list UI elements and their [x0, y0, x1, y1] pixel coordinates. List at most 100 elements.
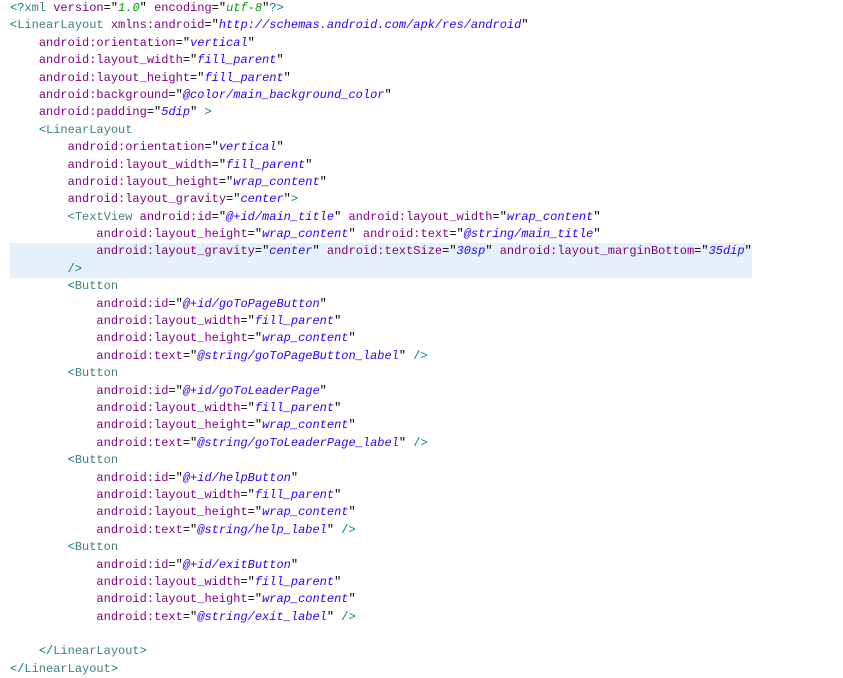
token-tagname: Button [75, 366, 118, 380]
code-line: android:text="@string/exit_label" /> [10, 609, 752, 626]
token-strval: wrap_content [262, 418, 348, 432]
token-strval: 35dip [709, 244, 745, 258]
token-quote: " [183, 36, 190, 50]
code-line: <Button [10, 539, 752, 556]
token-attrname: android:layout_height [96, 418, 247, 432]
code-line: android:id="@+id/goToLeaderPage" [10, 383, 752, 400]
token-eq: = [147, 105, 154, 119]
token-strval: @string/goToLeaderPage_label [197, 436, 399, 450]
token-bracket: > [111, 662, 118, 676]
token-strval: fill_parent [226, 158, 305, 172]
token-attrname: android:layout_width [96, 488, 240, 502]
token-quote: " [327, 610, 334, 624]
code-line: <?xml version="1.0" encoding="utf-8"?> [10, 0, 752, 17]
token-strval: @string/main_title [464, 227, 594, 241]
token-space [356, 227, 363, 241]
token-strval: fill_parent [255, 314, 334, 328]
token-strval: @+id/main_title [226, 210, 334, 224]
token-bracket: < [39, 123, 46, 137]
token-strval: center [240, 192, 283, 206]
token-eq: = [168, 384, 175, 398]
token-quote: " [140, 1, 147, 15]
token-quote: " [176, 88, 183, 102]
code-line: android:layout_width="fill_parent" [10, 400, 752, 417]
token-attrname: android:orientation [39, 36, 176, 50]
token-quote: " [320, 175, 327, 189]
token-eq: = [204, 140, 211, 154]
token-quote: " [284, 192, 291, 206]
token-eq: = [248, 418, 255, 432]
token-strval: utf-8 [226, 1, 262, 15]
token-gt: > [204, 105, 211, 119]
token-quote: " [291, 558, 298, 572]
token-quote: " [312, 244, 319, 258]
token-quote: " [334, 314, 341, 328]
token-bracket: < [68, 279, 75, 293]
token-quote: " [500, 210, 507, 224]
code-line: android:id="@+id/helpButton" [10, 470, 752, 487]
token-attrname: android:padding [39, 105, 147, 119]
code-line: android:text="@string/help_label" /> [10, 522, 752, 539]
token-eq: = [248, 505, 255, 519]
token-quote: " [176, 297, 183, 311]
token-bracket: /> [413, 349, 427, 363]
code-line: /> [10, 261, 752, 278]
token-tagname: xml [24, 1, 46, 15]
token-eq: = [204, 18, 211, 32]
token-attrname: android:id [96, 471, 168, 485]
token-quote: " [334, 401, 341, 415]
token-space [147, 1, 154, 15]
token-bracket: < [68, 210, 75, 224]
token-attrname: android:background [39, 88, 169, 102]
code-block: <?xml version="1.0" encoding="utf-8"?> <… [10, 0, 752, 678]
token-strval: 5dip [161, 105, 190, 119]
token-quote: " [212, 140, 219, 154]
token-attrname: android:layout_width [96, 314, 240, 328]
token-tagname: LinearLayout [46, 123, 132, 137]
code-line: <LinearLayout [10, 122, 752, 139]
token-quote: " [176, 558, 183, 572]
token-strval: wrap_content [233, 175, 319, 189]
token-tagname: Button [75, 540, 118, 554]
code-line: android:orientation="vertical" [10, 35, 752, 52]
token-eq: = [240, 314, 247, 328]
token-eq: = [168, 297, 175, 311]
token-quote: " [176, 384, 183, 398]
token-attrname: android:layout_width [39, 53, 183, 67]
token-quote: " [248, 575, 255, 589]
token-strval: wrap_content [507, 210, 593, 224]
token-tagname: TextView [75, 210, 133, 224]
token-space [493, 244, 500, 258]
token-tagname: LinearLayout [17, 18, 103, 32]
code-line: android:layout_height="wrap_content" [10, 174, 752, 191]
token-attrname: android:text [96, 610, 182, 624]
token-bracket: < [68, 366, 75, 380]
token-quote: " [248, 488, 255, 502]
token-strval: @string/goToPageButton_label [197, 349, 399, 363]
token-quote: " [399, 436, 406, 450]
code-line: android:layout_height="wrap_content" [10, 330, 752, 347]
token-quote: " [276, 53, 283, 67]
token-quote: " [291, 471, 298, 485]
token-attrname: android:layout_height [96, 331, 247, 345]
code-line: android:padding="5dip" > [10, 104, 752, 121]
code-line: </LinearLayout> [10, 643, 752, 660]
token-quote: " [219, 158, 226, 172]
token-attrname: xmlns:android [111, 18, 205, 32]
code-line: android:layout_height="wrap_content" [10, 504, 752, 521]
token-quote: " [255, 505, 262, 519]
token-attrname: android:id [96, 297, 168, 311]
token-quote: " [212, 18, 219, 32]
token-attrname: android:id [140, 210, 212, 224]
token-eq: = [168, 558, 175, 572]
token-attrname: android:layout_width [96, 401, 240, 415]
code-line: android:layout_height="wrap_content" [10, 417, 752, 434]
token-quote: " [248, 401, 255, 415]
token-attrname: encoding [154, 1, 212, 15]
token-quote: " [593, 227, 600, 241]
token-attrname: android:layout_height [96, 227, 247, 241]
token-quote: " [284, 71, 291, 85]
token-attrname: android:layout_width [348, 210, 492, 224]
token-quote: " [348, 331, 355, 345]
token-quote: " [327, 523, 334, 537]
